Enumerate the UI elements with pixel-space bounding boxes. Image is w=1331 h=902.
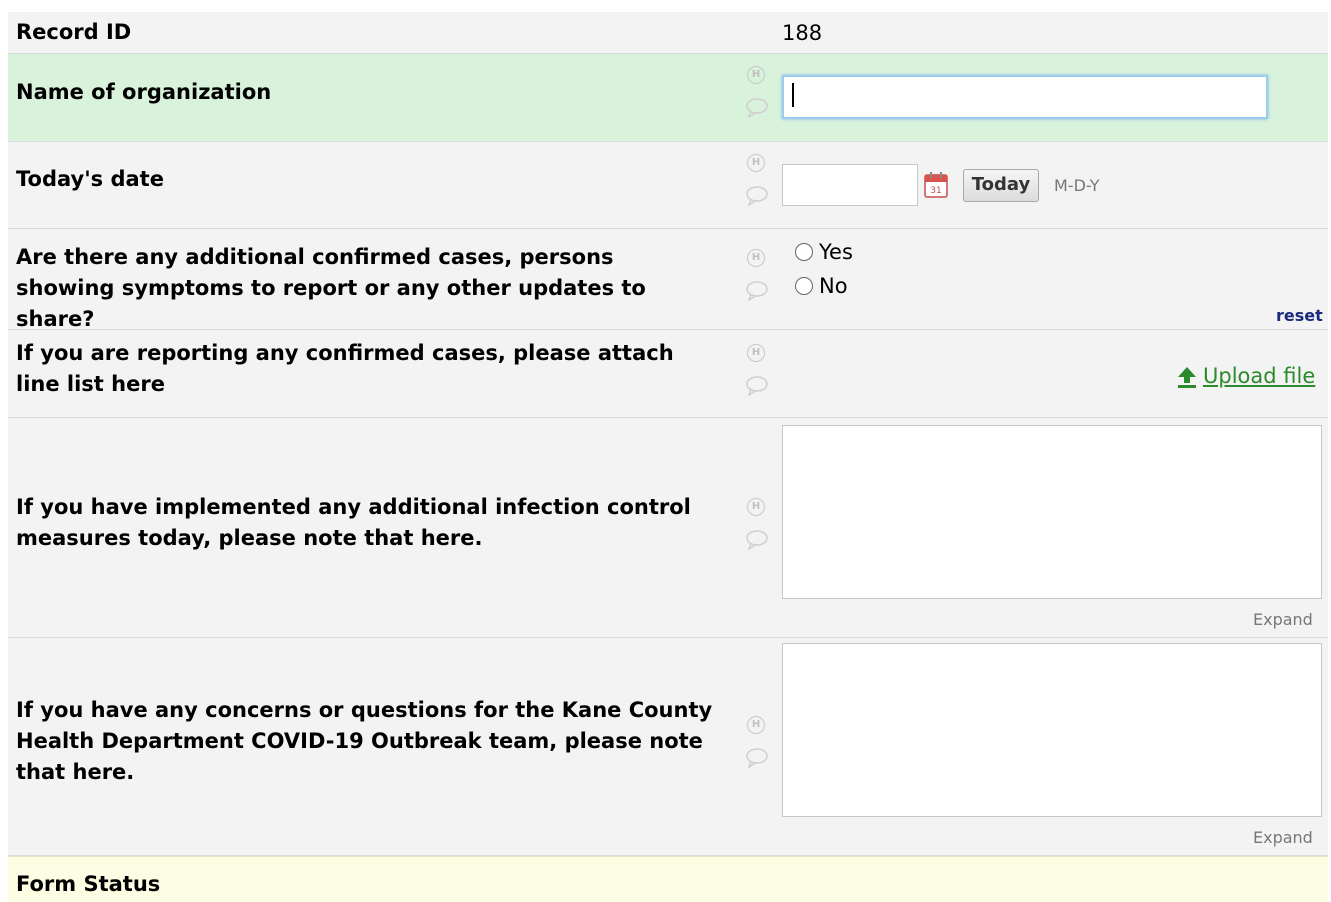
line-list-label: If you are reporting any confirmed cases… xyxy=(16,341,674,396)
concerns-label: If you have any concerns or questions fo… xyxy=(16,698,713,784)
field-icons: H xyxy=(745,154,771,214)
radio-yes[interactable] xyxy=(795,243,813,261)
concerns-textarea[interactable] xyxy=(782,643,1322,817)
svg-text:31: 31 xyxy=(930,186,941,196)
record-id-value: 188 xyxy=(782,21,823,45)
survey-form: Record ID 188 Name of organization H Tod… xyxy=(8,12,1328,902)
calendar-icon[interactable]: 31 xyxy=(924,172,948,198)
text-caret xyxy=(792,83,794,107)
date-format-hint: M-D-Y xyxy=(1054,176,1100,195)
form-status-row: Form Status xyxy=(8,856,1328,902)
field-icons: H xyxy=(745,249,771,309)
reset-link[interactable]: reset xyxy=(1276,306,1323,325)
upload-file-link[interactable]: Upload file xyxy=(1203,364,1315,388)
comment-icon[interactable] xyxy=(745,376,769,396)
history-icon[interactable]: H xyxy=(747,716,765,734)
additional-cases-label: Are there any additional confirmed cases… xyxy=(16,245,646,331)
expand-link[interactable]: Expand xyxy=(1253,828,1313,847)
history-icon[interactable]: H xyxy=(747,154,765,172)
todays-date-row: Today's date H 31 Today M-D-Y xyxy=(8,142,1328,229)
todays-date-label: Today's date xyxy=(16,167,164,191)
org-name-row: Name of organization H xyxy=(8,54,1328,142)
infection-control-textarea[interactable] xyxy=(782,425,1322,599)
comment-icon[interactable] xyxy=(745,186,769,206)
comment-icon[interactable] xyxy=(745,748,769,768)
history-icon[interactable]: H xyxy=(747,249,765,267)
form-status-label: Form Status xyxy=(16,872,161,896)
record-id-row: Record ID 188 xyxy=(8,12,1328,54)
today-button[interactable]: Today xyxy=(963,169,1039,202)
comment-icon[interactable] xyxy=(745,530,769,550)
history-icon[interactable]: H xyxy=(747,344,765,362)
expand-link[interactable]: Expand xyxy=(1253,610,1313,629)
history-icon[interactable]: H xyxy=(747,498,765,516)
org-name-input[interactable] xyxy=(782,75,1268,119)
history-icon[interactable]: H xyxy=(747,66,765,84)
field-icons: H xyxy=(745,66,771,126)
additional-cases-row: Are there any additional confirmed cases… xyxy=(8,229,1328,331)
radio-no-label[interactable]: No xyxy=(819,274,848,298)
field-icons: H xyxy=(745,498,771,558)
record-id-label: Record ID xyxy=(16,20,132,44)
field-icons: H xyxy=(745,716,771,776)
upload-arrow-icon[interactable] xyxy=(1176,366,1198,388)
comment-icon[interactable] xyxy=(745,98,769,118)
infection-control-label: If you have implemented any additional i… xyxy=(16,495,691,550)
org-name-label: Name of organization xyxy=(16,80,272,104)
comment-icon[interactable] xyxy=(745,281,769,301)
radio-yes-label[interactable]: Yes xyxy=(819,240,853,264)
line-list-row: If you are reporting any confirmed cases… xyxy=(8,330,1328,418)
infection-control-row: If you have implemented any additional i… xyxy=(8,418,1328,638)
radio-no[interactable] xyxy=(795,277,813,295)
todays-date-input[interactable] xyxy=(782,164,918,206)
field-icons: H xyxy=(745,344,771,404)
concerns-row: If you have any concerns or questions fo… xyxy=(8,638,1328,856)
